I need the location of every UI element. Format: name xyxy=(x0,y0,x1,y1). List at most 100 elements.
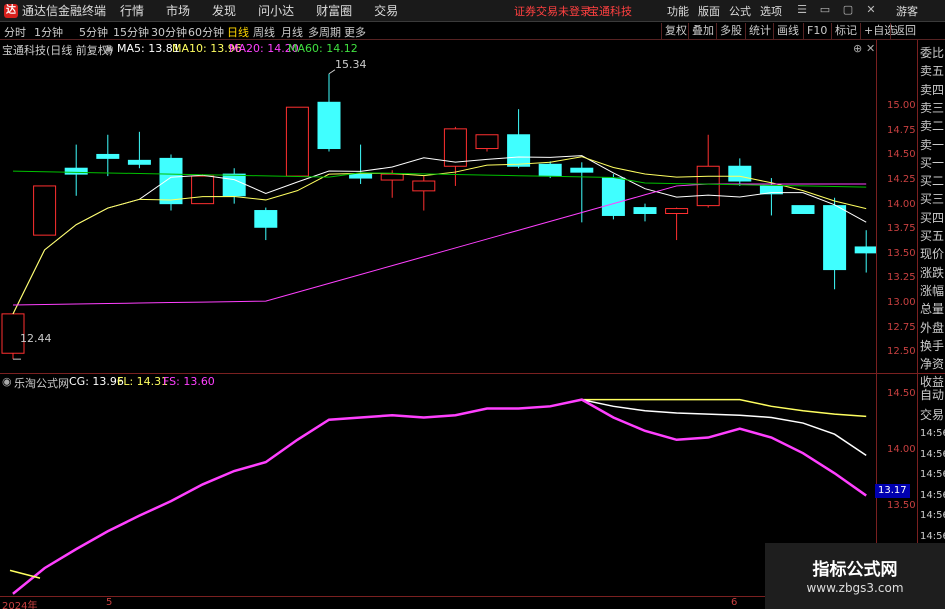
stats-button[interactable]: 统计 xyxy=(745,23,774,39)
menu-options[interactable]: 选项 xyxy=(760,3,782,19)
candle-body xyxy=(791,205,815,214)
candle-body xyxy=(159,157,183,205)
candle-body xyxy=(823,205,847,271)
tf-weekly[interactable]: 周线 xyxy=(253,24,275,40)
candle-body xyxy=(854,246,878,254)
login-warning[interactable]: 证券交易未登录 xyxy=(514,3,591,19)
price-tick: 14.00 xyxy=(887,198,916,210)
candle-body xyxy=(570,167,594,173)
candle-body xyxy=(349,173,373,179)
candle-body xyxy=(633,207,657,214)
tf-multi[interactable]: 多周期 xyxy=(308,24,341,40)
indicator-chart[interactable]: ◉ 乐淘公式网 CG: 13.96 FL: 14.31 FS: 13.60 xyxy=(0,374,876,596)
overlay-button[interactable]: 叠加 xyxy=(688,23,717,39)
side-panel-item: 总量 xyxy=(920,302,945,317)
tf-30min[interactable]: 30分钟 xyxy=(151,24,187,40)
tf-monthly[interactable]: 月线 xyxy=(281,24,303,40)
mark-button[interactable]: 标记 xyxy=(831,23,860,39)
menu-market[interactable]: 市场 xyxy=(166,2,190,19)
period-toolbar: 分时 1分钟 5分钟 15分钟 30分钟 60分钟 日线 周线 月线 多周期 更… xyxy=(0,22,945,40)
candle-body xyxy=(254,210,278,228)
candle-body xyxy=(64,167,88,175)
current-stock-name: 宝通科技 xyxy=(588,5,632,18)
candle-body xyxy=(222,173,246,197)
side-panel-item: 换手 xyxy=(920,338,945,353)
watermark-url: www.zbgs3.com xyxy=(806,581,904,595)
tf-5min[interactable]: 5分钟 xyxy=(79,24,108,40)
side-panel-item: 14:56 xyxy=(920,469,945,480)
price-tick: 14.25 xyxy=(887,174,916,186)
zoom-icon[interactable]: ⊕ xyxy=(853,42,862,55)
title-bar: 达 通达信金融终端 行情 市场 发现 问小达 财富圈 交易 证券交易未登录 宝通… xyxy=(0,0,945,22)
indicator-settings-icon[interactable]: ◉ xyxy=(2,375,12,388)
app-title: 通达信金融终端 xyxy=(22,4,107,18)
side-panel-item: 外盘 xyxy=(920,320,945,335)
menu-discover[interactable]: 发现 xyxy=(212,2,236,19)
low-price-mark: 12.44 xyxy=(20,332,52,345)
menu-formula[interactable]: 公式 xyxy=(729,3,751,19)
quote-side-panel: 委比 卖五 卖四 卖三 卖二 卖一 买一 买二 买三 买四 买五 现价 涨跌 涨幅 总量 外盘 换手 净资 收益 自动… xyxy=(917,40,945,609)
tf-60min[interactable]: 60分钟 xyxy=(188,24,224,40)
side-panel-item: 自动 xyxy=(920,388,945,402)
side-panel-item: 委比 xyxy=(920,46,945,60)
indicator-tick: 13.50 xyxy=(887,499,916,511)
site-watermark: 指标公式网 www.zbgs3.com xyxy=(765,543,945,609)
back-button[interactable]: 返回 xyxy=(890,23,919,39)
side-panel-item: 买四 xyxy=(920,210,945,225)
close-icon[interactable]: ✕ xyxy=(864,3,878,17)
price-tick: 13.75 xyxy=(887,223,916,235)
close-panel-icon[interactable]: ✕ xyxy=(866,42,875,55)
price-tick: 13.25 xyxy=(887,272,916,284)
app-logo-icon: 达 xyxy=(4,3,18,18)
multi-stock-button[interactable]: 多股 xyxy=(716,23,745,39)
menu-ask[interactable]: 问小达 xyxy=(258,2,294,19)
high-price-mark: 15.34 xyxy=(335,58,367,71)
stock-chart-title: 宝通科技(日线 前复权) xyxy=(2,44,114,57)
side-panel-item: 涨幅 xyxy=(920,283,945,298)
x-label-june: 6 xyxy=(731,597,738,608)
side-panel-item: 买二 xyxy=(920,174,945,189)
price-tick: 12.50 xyxy=(887,346,916,358)
maximize-icon[interactable]: ▢ xyxy=(841,3,855,17)
price-tick: 13.00 xyxy=(887,297,916,309)
kline-chart[interactable]: 宝通科技(日线 前复权) ◉ MA5: 13.81 MA10: 13.96 MA… xyxy=(0,40,878,373)
indicator-tick: 14.50 xyxy=(887,388,916,400)
draw-button[interactable]: 画线 xyxy=(773,23,802,39)
settings-circle-icon[interactable]: ◉ xyxy=(104,42,114,55)
menu-quotes[interactable]: 行情 xyxy=(120,2,144,19)
candle-body xyxy=(665,208,689,214)
x-label-year: 2024年 xyxy=(2,601,38,609)
menu-layout[interactable]: 版面 xyxy=(698,3,720,19)
menu-icon[interactable]: ☰ xyxy=(795,3,809,17)
fl-label: FL: 14.31 xyxy=(117,375,169,388)
adjust-button[interactable]: 复权 xyxy=(661,23,690,39)
ma60-label: MA60: 14.12 xyxy=(288,42,358,55)
side-panel-item: 14:56 xyxy=(920,489,945,501)
menu-wealth[interactable]: 财富圈 xyxy=(316,2,352,19)
tf-daily[interactable]: 日线 xyxy=(227,24,249,40)
guest-label[interactable]: 游客 xyxy=(896,3,918,19)
kline-svg[interactable] xyxy=(0,40,878,373)
watermark-title: 指标公式网 xyxy=(812,560,898,580)
candle-body xyxy=(507,134,531,167)
side-panel-item: 卖二 xyxy=(920,119,945,134)
side-panel-item: 卖一 xyxy=(920,137,945,152)
side-panel-item: 交易 xyxy=(920,408,945,422)
price-tick: 13.50 xyxy=(887,247,916,259)
tf-intraday[interactable]: 分时 xyxy=(4,24,26,40)
tf-1min[interactable]: 1分钟 xyxy=(34,24,63,40)
side-panel-item: 14:56 xyxy=(920,448,945,460)
indicator-svg[interactable] xyxy=(0,374,876,596)
candle-body xyxy=(538,163,562,177)
minimize-icon[interactable]: ▭ xyxy=(818,3,832,17)
tf-15min[interactable]: 15分钟 xyxy=(113,24,149,40)
f10-button[interactable]: F10 xyxy=(803,23,830,39)
menu-function[interactable]: 功能 xyxy=(667,3,689,19)
menu-trade[interactable]: 交易 xyxy=(374,2,398,19)
candle-body xyxy=(380,173,404,181)
side-panel-item: 涨跌 xyxy=(920,265,945,280)
side-panel-item: 买五 xyxy=(920,229,945,243)
tf-more[interactable]: 更多 xyxy=(344,24,366,40)
price-tick: 15.00 xyxy=(887,100,916,112)
candle-body xyxy=(127,159,151,165)
